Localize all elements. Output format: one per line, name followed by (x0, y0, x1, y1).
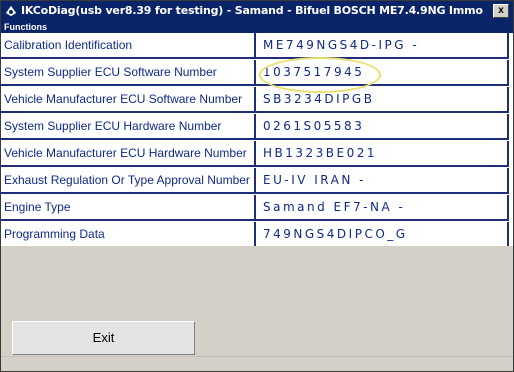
row-value[interactable]: 749NGS4DIPCO_G (256, 222, 509, 248)
row-value[interactable]: Samand EF7-NA - (256, 195, 509, 221)
close-button[interactable]: x (493, 4, 509, 18)
ecu-info-grid: Calibration Identification ME749NGS4D-IP… (1, 33, 513, 248)
exit-button[interactable]: Exit (12, 321, 195, 355)
row-label: Vehicle Manufacturer ECU Hardware Number (1, 141, 256, 167)
row-label: Calibration Identification (1, 33, 256, 59)
table-row: Exhaust Regulation Or Type Approval Numb… (1, 168, 513, 194)
row-label: System Supplier ECU Hardware Number (1, 114, 256, 140)
table-row: System Supplier ECU Software Number 1037… (1, 60, 513, 86)
title-bar[interactable]: IKCoDiag(usb ver8.39 for testing) - Sama… (1, 1, 513, 21)
row-label: Vehicle Manufacturer ECU Software Number (1, 87, 256, 113)
row-value[interactable]: 0261S05583 (256, 114, 509, 140)
table-row: Engine Type Samand EF7-NA - (1, 195, 513, 221)
row-label: System Supplier ECU Software Number (1, 60, 256, 86)
window-title: IKCoDiag(usb ver8.39 for testing) - Sama… (21, 4, 483, 17)
row-label: Exhaust Regulation Or Type Approval Numb… (1, 168, 256, 194)
close-icon: x (498, 5, 504, 16)
table-row: Calibration Identification ME749NGS4D-IP… (1, 33, 513, 59)
table-row: Vehicle Manufacturer ECU Software Number… (1, 87, 513, 113)
row-label: Programming Data (1, 222, 256, 248)
row-value[interactable]: ME749NGS4D-IPG - (256, 33, 509, 59)
row-value[interactable]: SB3234DIPGB (256, 87, 509, 113)
status-strip (1, 356, 513, 371)
row-value[interactable]: 1037517945 (256, 60, 509, 86)
row-value[interactable]: EU-IV IRAN - (256, 168, 509, 194)
row-value[interactable]: HB1323BE021 (256, 141, 509, 167)
app-icon (5, 5, 17, 17)
app-window: IKCoDiag(usb ver8.39 for testing) - Sama… (0, 0, 514, 372)
row-label: Engine Type (1, 195, 256, 221)
functions-header: Functions (1, 21, 513, 33)
table-row: Programming Data 749NGS4DIPCO_G (1, 222, 513, 248)
table-row: Vehicle Manufacturer ECU Hardware Number… (1, 141, 513, 167)
table-row: System Supplier ECU Hardware Number 0261… (1, 114, 513, 140)
